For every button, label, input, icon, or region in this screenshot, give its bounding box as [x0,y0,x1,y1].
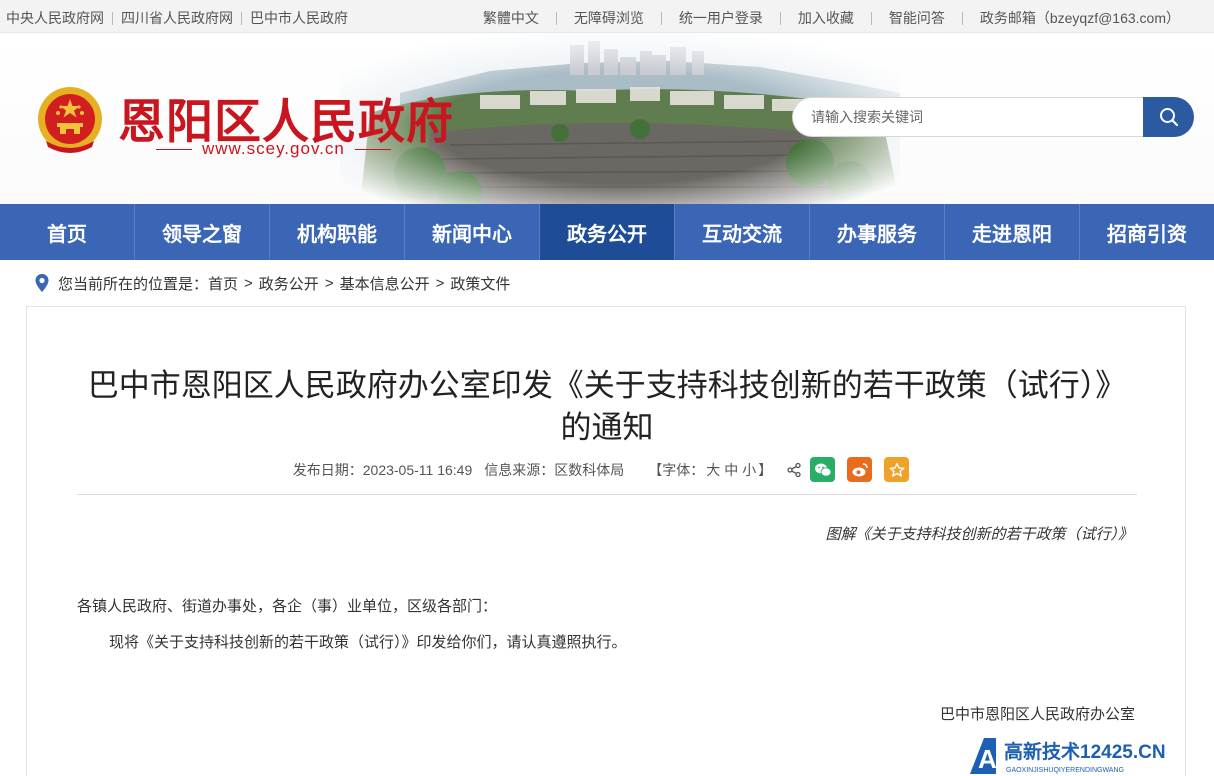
nav-about-enyang[interactable]: 走进恩阳 [945,204,1080,260]
article-panel: 巴中市恩阳区人民政府办公室印发《关于支持科技创新的若干政策（试行）》的通知 发布… [26,306,1186,776]
main-nav: 首页 领导之窗 机构职能 新闻中心 政务公开 互动交流 办事服务 走进恩阳 招商… [0,204,1214,260]
nav-gov-affairs[interactable]: 政务公开 [540,204,675,260]
favorite-share-button[interactable] [884,457,910,482]
star-icon [889,462,905,477]
wechat-icon [814,463,832,477]
nav-news[interactable]: 新闻中心 [405,204,540,260]
national-emblem-logo [38,87,102,153]
accessibility-link[interactable]: 无障碍浏览 [557,8,661,28]
gov-email-link[interactable]: 政务邮箱（bzeyqzf@163.com） [963,8,1180,28]
breadcrumb-policy-docs[interactable]: 政策文件 [450,273,510,294]
breadcrumb-separator: > [435,274,445,292]
article-title: 巴中市恩阳区人民政府办公室印发《关于支持科技创新的若干政策（试行）》的通知 [87,368,1127,445]
nav-institutions[interactable]: 机构职能 [270,204,405,260]
nav-services[interactable]: 办事服务 [810,204,945,260]
addressee: 各镇人民政府、街道办事处，各企（事）业单位，区级各部门： [77,598,498,615]
add-favorite-link[interactable]: 加入收藏 [781,8,871,28]
breadcrumb-separator: > [244,274,253,292]
weibo-share-button[interactable] [847,457,873,482]
location-pin-icon [35,274,49,292]
breadcrumb-prefix: 您当前所在的位置是： [58,275,209,293]
nav-investment[interactable]: 招商引资 [1080,204,1214,260]
link-bazhong-gov[interactable]: 巴中市人民政府 [242,8,356,28]
graphic-interpretation-link[interactable]: 图解《关于支持科技创新的若干政策（试行）》 [825,523,1133,544]
smart-qa-link[interactable]: 智能问答 [872,8,962,28]
source-value: 区数科体局 [554,461,625,478]
site-url: www.scey.gov.cn [146,139,401,159]
nav-home[interactable]: 首页 [0,204,135,260]
link-sichuan-gov[interactable]: 四川省人民政府网 [113,8,241,28]
article-body: 现将《关于支持科技创新的若干政策（试行）》印发给你们，请认真遵照执行。 [109,634,627,651]
decor-line [156,148,192,150]
meta-divider [77,494,1137,495]
breadcrumb-separator: > [324,274,334,292]
site-url-text: www.scey.gov.cn [202,139,345,158]
svg-text:高新技术12425.CN: 高新技术12425.CN [1004,740,1166,763]
traditional-chinese-link[interactable]: 繁體中文 [466,8,556,28]
article-meta: 发布日期： 2023-05-11 16:49 信息来源： 区数科体局 【字体： … [27,457,1187,482]
svg-text:GAOXINJISHUQIYERENDINGWANG: GAOXINJISHUQIYERENDINGWANG [1006,767,1124,774]
breadcrumb-basic-info[interactable]: 基本信息公开 [340,273,430,294]
svg-text:A: A [978,744,997,774]
breadcrumb: 您当前所在的位置是： 首页 > 政务公开 > 基本信息公开 > 政策文件 [34,272,510,294]
breadcrumb-gov-affairs[interactable]: 政务公开 [259,273,319,294]
wechat-share-button[interactable] [810,457,836,482]
font-large-button[interactable]: 大 [706,460,720,480]
header-banner: 恩阳区人民政府 www.scey.gov.cn [0,33,1214,204]
font-medium-button[interactable]: 中 [724,460,738,480]
search-bar [792,97,1194,137]
search-input[interactable] [792,97,1144,137]
top-left-links: 中央人民政府网 四川省人民政府网 巴中市人民政府 [6,8,356,28]
font-size-open: 【字体： [648,461,705,478]
publish-date: 2023-05-11 16:49 [362,461,473,478]
nav-leadership[interactable]: 领导之窗 [135,204,270,260]
search-button[interactable] [1143,97,1194,137]
weibo-icon [852,462,868,476]
font-small-button[interactable]: 小 [742,460,756,480]
breadcrumb-home[interactable]: 首页 [208,273,238,294]
source-label: 信息来源： [484,461,555,478]
top-bar: 中央人民政府网 四川省人民政府网 巴中市人民政府 繁體中文 无障碍浏览 统一用户… [0,0,1214,33]
user-login-link[interactable]: 统一用户登录 [662,8,780,28]
watermark-logo: A 高新技术12425.CN GAOXINJISHUQIYERENDINGWAN… [970,738,1166,774]
signoff: 巴中市恩阳区人民政府办公室 [939,706,1135,723]
decor-line [354,148,391,150]
publish-date-label: 发布日期： [292,461,363,478]
search-icon [1159,108,1178,127]
top-right-links: 繁體中文 无障碍浏览 统一用户登录 加入收藏 智能问答 政务邮箱（bzeyqzf… [466,8,1180,28]
share-icon[interactable] [786,462,802,478]
font-size-close: 】 [758,461,773,478]
nav-interaction[interactable]: 互动交流 [675,204,810,260]
link-central-gov[interactable]: 中央人民政府网 [6,8,112,28]
